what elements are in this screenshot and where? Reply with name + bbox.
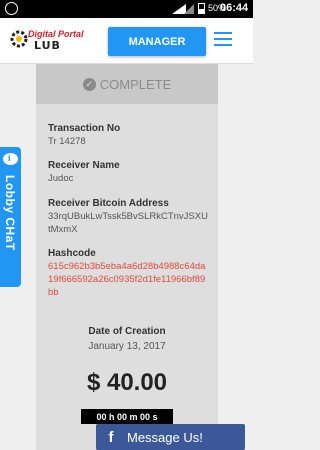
- lobby-chat-tab[interactable]: Lobby CHaT: [0, 147, 21, 287]
- battery-icon: [198, 3, 205, 14]
- transaction-field: Transaction No Tr 14278: [48, 122, 210, 148]
- status-text: COMPLETE: [99, 76, 172, 92]
- app-header: Digital Portal LUB MANAGER: [0, 18, 253, 64]
- hamburger-menu-icon[interactable]: [214, 32, 232, 48]
- status-bar: 50% 06:44: [0, 0, 253, 18]
- lobby-chat-label: Lobby CHaT: [3, 175, 17, 251]
- receiver-address-label: Receiver Bitcoin Address: [48, 198, 169, 209]
- facebook-message-label: Message Us!: [127, 429, 203, 445]
- clock: 06:44: [220, 2, 249, 14]
- receiver-name-field: Receiver Name Judoc: [48, 159, 210, 185]
- check-circle-icon: ✓: [82, 77, 96, 91]
- hashcode-field: Hashcode 615c962b3b5eba4a6d28b4988c64da1…: [48, 247, 210, 299]
- transaction-value: Tr 14278: [48, 136, 86, 147]
- receiver-name-value: Judoc: [48, 173, 74, 184]
- whatsapp-icon: [5, 2, 18, 15]
- receiver-address-value: 33rqUBukLwTssk5BvSLRkCTnvJSXUtMxmX: [48, 211, 208, 235]
- date-label: Date of Creation: [88, 326, 166, 337]
- transaction-card: ✓ COMPLETE Transaction No Tr 14278 Recei…: [36, 64, 218, 450]
- date-value: January 13, 2017: [88, 341, 166, 352]
- receiver-address-field: Receiver Bitcoin Address 33rqUBukLwTssk5…: [48, 197, 210, 236]
- amount: $ 40.00: [86, 369, 168, 396]
- status-banner: ✓ COMPLETE: [36, 64, 218, 104]
- gear-logo-icon: [10, 30, 28, 48]
- chat-bubble-icon: [3, 153, 18, 165]
- facebook-message-button[interactable]: f Message Us!: [96, 424, 245, 450]
- signal2-icon: [184, 4, 194, 14]
- hashcode-label: Hashcode: [48, 248, 96, 259]
- transaction-label: Transaction No: [48, 123, 121, 134]
- hashcode-value: 615c962b3b5eba4a6d28b4988c64da19f666592a…: [48, 261, 206, 298]
- manager-button[interactable]: MANAGER: [108, 27, 206, 56]
- countdown-timer: 00 h 00 m 00 s: [81, 409, 173, 424]
- facebook-icon: f: [108, 428, 114, 446]
- logo-text-bottom: LUB: [34, 39, 61, 52]
- logo-text-top: Digital Portal: [28, 29, 84, 39]
- logo[interactable]: Digital Portal LUB: [8, 24, 84, 58]
- receiver-name-label: Receiver Name: [48, 160, 120, 171]
